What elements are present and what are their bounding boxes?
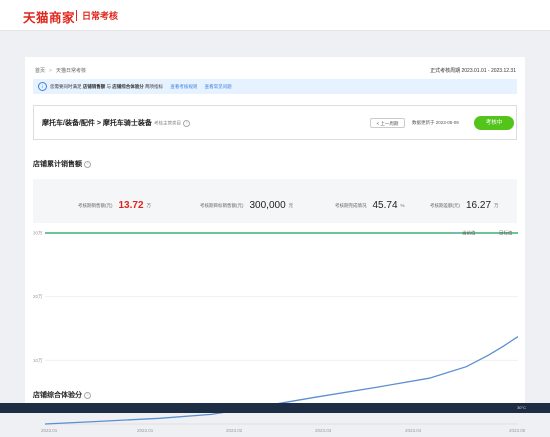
sales-section-title: 店铺累计销售额? (33, 159, 91, 169)
x-tick-label: 2023.01 (41, 428, 58, 433)
sales-title-text: 店铺累计销售额 (33, 161, 82, 168)
x-tick-label: 2023.03 (315, 428, 332, 433)
help-icon[interactable]: ? (84, 391, 91, 399)
stat-label: 考核期完成情况 (335, 202, 367, 208)
notice-mid: 与 (106, 83, 112, 89)
previous-period-button[interactable]: < 上一周期 (370, 118, 405, 128)
info-icon: i (38, 82, 47, 91)
stat-label: 考核期目标销售额(元) (200, 202, 244, 208)
taskbar: 30°C (0, 403, 550, 413)
stat-value: 300,000 (249, 200, 286, 212)
breadcrumb-home[interactable]: 首页 (35, 68, 45, 74)
stat-unit: 元 (288, 202, 294, 208)
x-tick-label: 2023.04 (405, 428, 422, 433)
stat-completion: 考核期完成情况 45.74% (335, 197, 405, 215)
notice-text: 您需要同时满足 店铺销售额 与 店铺综合体验分 两项指标 查看考核规则 查看常见… (50, 84, 232, 90)
notice-banner: i 您需要同时满足 店铺销售额 与 店铺综合体验分 两项指标 查看考核规则 查看… (33, 79, 517, 94)
x-tick-label: 2023.05 (509, 428, 525, 433)
assessing-status-button[interactable]: 考核中 (474, 116, 514, 130)
main-card: 首页 > 天猫日常考核 正式考核周期 2023.01.01 - 2023.12.31… (25, 57, 525, 433)
category-hint-text: 考核主营类目 (154, 120, 181, 126)
stat-value: 13.72 (118, 200, 144, 212)
stat-gap: 考核期差额(元) 16.27 万 (430, 197, 499, 215)
y-tick-label: 10万 (33, 358, 43, 364)
stat-label: 考核期差额(元) (430, 202, 460, 208)
y-tick-label: 30万 (33, 231, 43, 237)
stat-label: 考核期销售额(元) (78, 202, 113, 208)
app-subtitle: 日常考核 (82, 11, 119, 21)
x-tick-label: 2023.02 (226, 428, 243, 433)
stats-panel: 考核期销售额(元) 13.72 万 考核期目标销售额(元) 300,000 元 考核期完… (33, 179, 517, 223)
experience-section-title: 店铺综合体验分? (33, 390, 91, 400)
notice-prefix: 您需要同时满足 (50, 83, 82, 89)
stat-sales: 考核期销售额(元) 13.72 万 (78, 197, 151, 215)
stat-unit: % (400, 203, 405, 209)
breadcrumb: 首页 > 天猫日常考核 (35, 67, 86, 74)
stat-target: 考核期目标销售额(元) 300,000 元 (200, 197, 293, 215)
category-hint: 考核主营类目? (154, 120, 190, 127)
category-panel: 摩托车/装备/配件 > 摩托车骑士装备 考核主营类目? < 上一周期 数据更新于… (33, 105, 517, 140)
rules-link[interactable]: 查看考核规则 (170, 84, 197, 89)
top-bar: 天猫商家 日常考核 (0, 0, 550, 31)
notice-suffix: 两项指标 (145, 83, 164, 89)
y-tick-label: 20万 (33, 294, 43, 300)
help-icon[interactable]: ? (183, 120, 190, 127)
experience-title-text: 店铺综合体验分 (33, 392, 82, 399)
category-title: 摩托车/装备/配件 > 摩托车骑士装备 (42, 120, 152, 127)
stat-unit: 万 (494, 202, 499, 208)
logo-divider (76, 10, 77, 21)
help-icon[interactable]: ? (84, 160, 91, 168)
data-updated-text: 数据更新于 2023-05-09 (412, 120, 459, 125)
tray-temperature: 30°C (517, 405, 526, 410)
faq-link[interactable]: 查看常见问题 (205, 84, 232, 89)
assessment-period: 正式考核周期 2023.01.01 - 2023.12.31 (430, 68, 516, 74)
x-tick-label: 2023.01 (137, 428, 154, 433)
breadcrumb-separator: > (49, 68, 52, 74)
stat-unit: 万 (146, 202, 152, 208)
legend-current-label: 当前值 (462, 230, 476, 237)
legend-target-label: 目标值 (499, 230, 513, 237)
stat-value: 16.27 (466, 200, 492, 212)
stat-value: 45.74 (372, 200, 398, 212)
breadcrumb-current: 天猫日常考核 (55, 68, 86, 74)
tmall-logo[interactable]: 天猫商家 (23, 7, 75, 26)
notice-metric-sales: 店铺销售额 (82, 83, 106, 89)
notice-metric-experience: 店铺综合体验分 (112, 83, 144, 89)
